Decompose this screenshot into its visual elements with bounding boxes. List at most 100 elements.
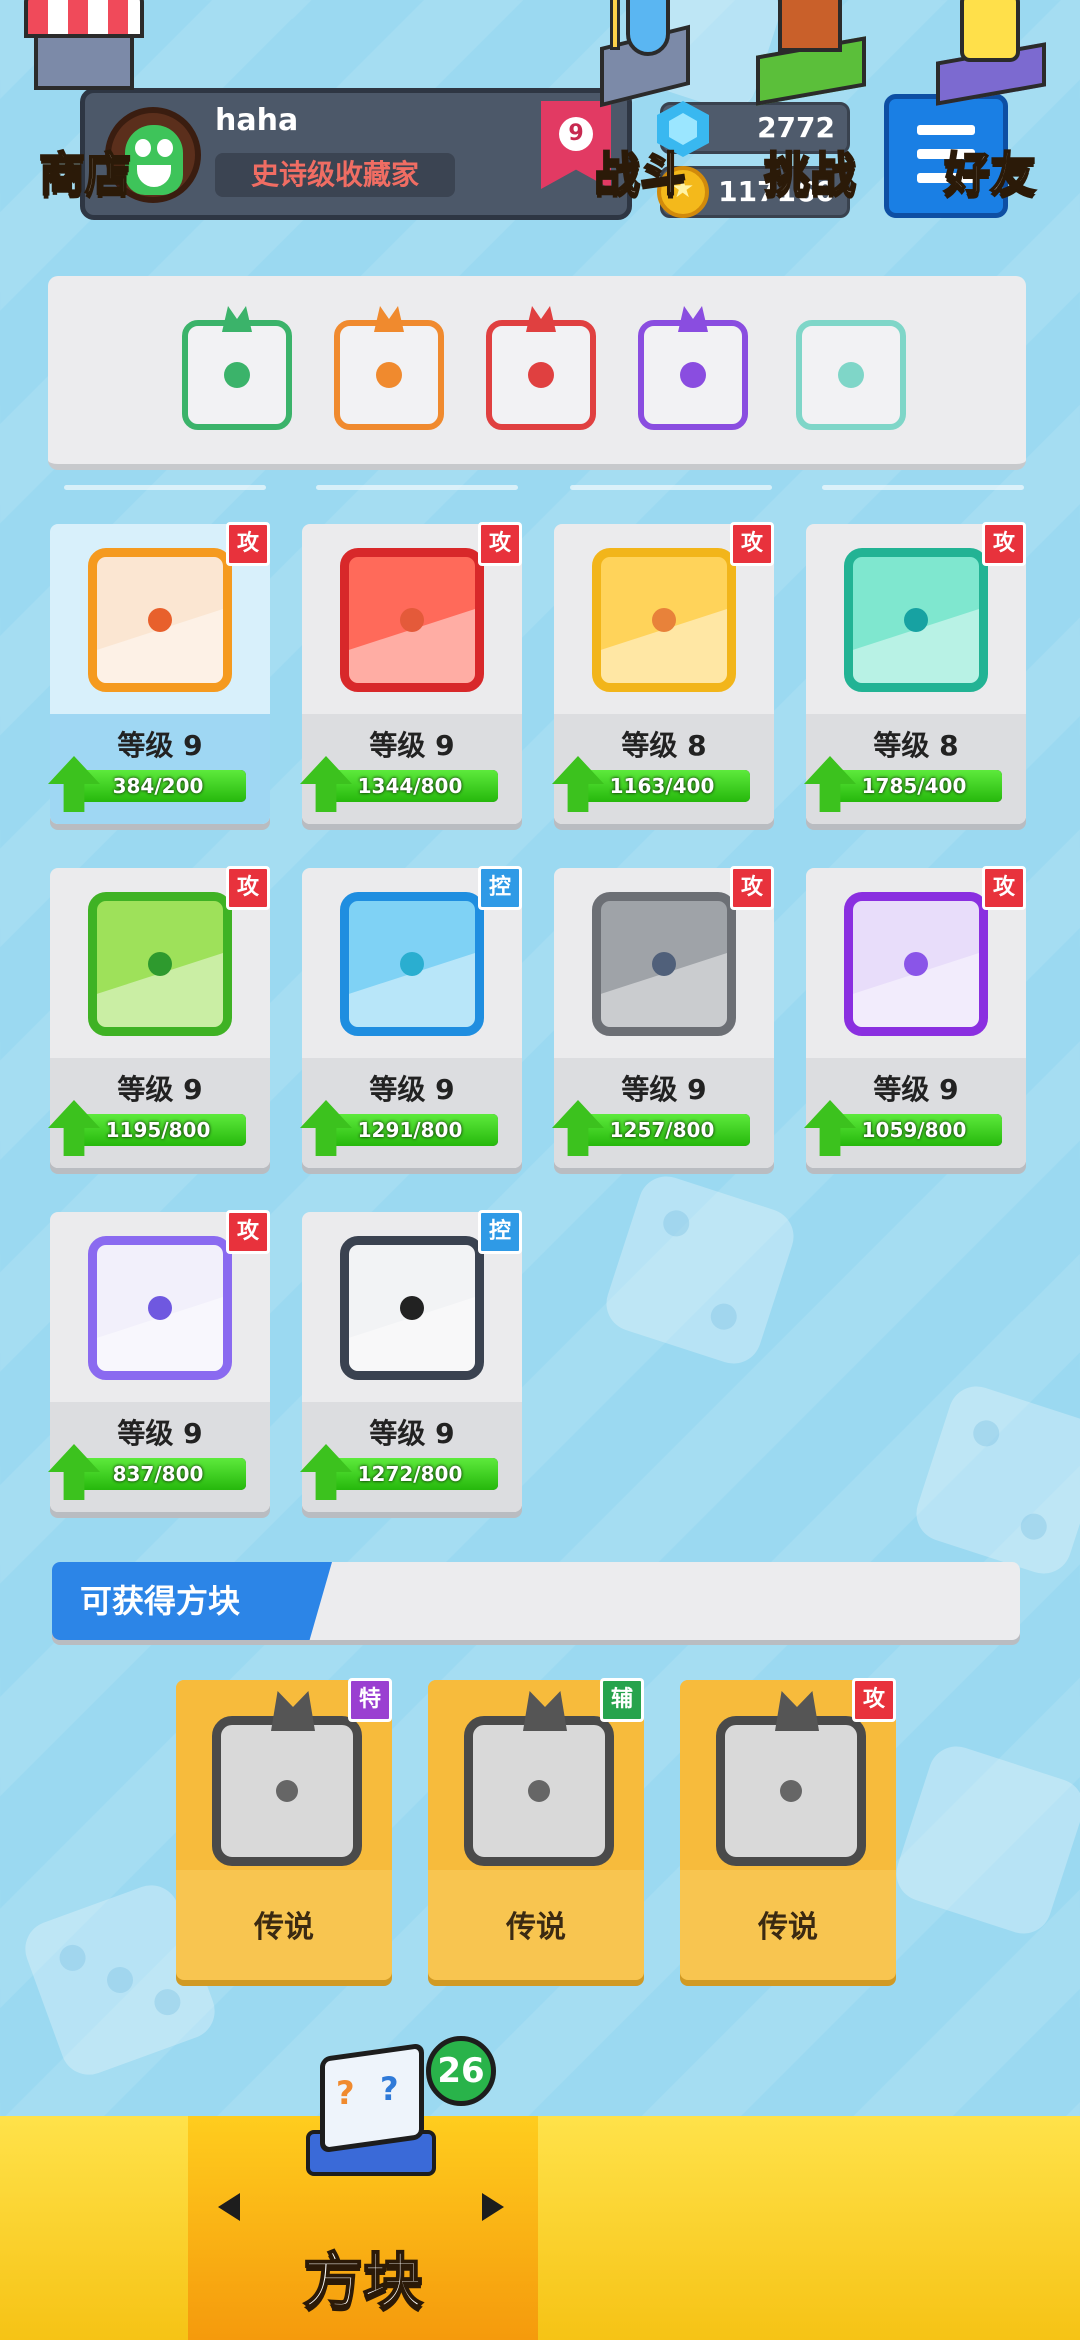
block-type-tag: 攻: [852, 1678, 896, 1722]
shop-icon: [24, 0, 144, 96]
ice-icon: [340, 892, 484, 1036]
nav-battle[interactable]: 战斗: [560, 0, 720, 224]
block-card[interactable]: 攻 等级 9 384/200: [48, 522, 270, 824]
upgrade-progress-bar: 1163/400: [574, 770, 750, 802]
mystery-icon: [88, 1236, 232, 1380]
block-card[interactable]: 攻 等级 9 837/800: [48, 1210, 270, 1512]
block-card[interactable]: 攻 等级 9 1257/800: [552, 866, 774, 1168]
nav-challenge-label: 挑战: [763, 146, 857, 202]
block-type-tag: 攻: [730, 866, 774, 910]
upgrade-progress-bar: 1257/800: [574, 1114, 750, 1146]
bow-arrow-icon: [88, 548, 232, 692]
nav-shop[interactable]: 商店: [0, 0, 170, 224]
block-level: 等级 9: [873, 1073, 959, 1106]
block-level: 等级 8: [621, 729, 707, 762]
block-card[interactable]: 控 等级 9 1291/800: [300, 866, 522, 1168]
lightning-icon: [592, 548, 736, 692]
block-card[interactable]: 攻 等级 9 1059/800: [804, 866, 1026, 1168]
swap-arrows-icon: [844, 892, 988, 1036]
equipped-slot-saw[interactable]: [486, 306, 596, 430]
upgrade-progress-bar: 1785/400: [826, 770, 1002, 802]
player-name: haha: [215, 103, 299, 138]
moon-icon: [464, 1691, 614, 1866]
equipped-slot-heal[interactable]: [796, 320, 906, 430]
block-type-tag: 控: [478, 1210, 522, 1254]
upgrade-progress-bar: 1344/800: [322, 770, 498, 802]
nav-challenge[interactable]: 挑战: [730, 0, 890, 224]
nav-next-icon[interactable]: [482, 2193, 504, 2221]
wind-icon: [844, 548, 988, 692]
nav-friends-label: 好友: [943, 146, 1037, 202]
rarity-label: 传说: [254, 1910, 314, 1945]
block-level: 等级 9: [117, 1417, 203, 1450]
upgrade-progress-bar: 1291/800: [322, 1114, 498, 1146]
block-type-tag: 攻: [478, 522, 522, 566]
fire-icon: [340, 548, 484, 692]
player-title: 史诗级收藏家: [215, 153, 455, 197]
star-icon: [716, 1691, 866, 1866]
block-card[interactable]: 控 等级 9 1272/800: [300, 1210, 522, 1512]
equipped-slot-wind[interactable]: [182, 306, 292, 430]
tab-indicator: [64, 485, 266, 490]
block-card[interactable]: 攻 等级 9 1344/800: [300, 522, 522, 824]
block-level: 等级 8: [873, 729, 959, 762]
equipped-slot-orb[interactable]: [638, 306, 748, 430]
available-blocks-header: 可获得方块: [52, 1562, 1020, 1640]
block-level: 等级 9: [117, 729, 203, 762]
block-level: 等级 9: [369, 1073, 455, 1106]
lock-icon: [340, 1236, 484, 1380]
available-block-card[interactable]: 攻 传说: [680, 1678, 896, 1980]
available-block-card[interactable]: 辅 传说: [428, 1678, 644, 1980]
equipped-blocks-panel: [48, 276, 1026, 470]
upgrade-progress-text: 1163/400: [609, 774, 715, 798]
bottom-nav: [0, 2116, 1080, 2340]
tab-indicator: [822, 485, 1024, 490]
nav-friends[interactable]: 好友: [900, 0, 1080, 224]
tab-indicator: [570, 485, 772, 490]
rarity-label: 传说: [758, 1910, 818, 1945]
upgrade-progress-bar: 1272/800: [322, 1458, 498, 1490]
block-level: 等级 9: [621, 1073, 707, 1106]
block-card[interactable]: 攻 等级 8 1163/400: [552, 522, 774, 824]
background-die: [909, 1379, 1080, 1581]
wind-swirl-icon: [224, 362, 250, 388]
block-card[interactable]: 攻 等级 8 1785/400: [804, 522, 1026, 824]
friends-icon: [930, 0, 1050, 106]
block-type-tag: 攻: [226, 866, 270, 910]
nav-prev-icon[interactable]: [218, 2193, 240, 2221]
block-level: 等级 9: [369, 729, 455, 762]
nav-shop-label: 商店: [38, 146, 132, 202]
available-block-card[interactable]: 特 传说: [176, 1678, 392, 1980]
poison-icon: [88, 892, 232, 1036]
upgrade-progress-text: 384/200: [112, 774, 204, 798]
battle-icon: [580, 0, 700, 108]
upgrade-progress-text: 1272/800: [357, 1462, 463, 1486]
purple-orb-icon: [680, 362, 706, 388]
upgrade-progress-text: 1344/800: [357, 774, 463, 798]
background-die: [599, 1169, 801, 1371]
block-type-tag: 特: [348, 1678, 392, 1722]
background-die: [889, 1739, 1080, 1941]
rarity-label: 传说: [506, 1910, 566, 1945]
block-card[interactable]: 攻 等级 9 1195/800: [48, 866, 270, 1168]
upgrade-progress-text: 1059/800: [861, 1118, 967, 1142]
upgrade-progress-bar: 1195/800: [70, 1114, 246, 1146]
block-type-tag: 控: [478, 866, 522, 910]
blocks-count-badge: 26: [426, 2036, 496, 2106]
nav-battle-label: 战斗: [593, 146, 687, 202]
nav-blocks-label: 方块: [302, 2246, 424, 2318]
mystery-cube-icon: ? ?: [296, 2040, 446, 2190]
block-level: 等级 9: [369, 1417, 455, 1450]
available-blocks-title: 可获得方块: [52, 1562, 332, 1640]
equipped-slot-infinity[interactable]: [334, 306, 444, 430]
block-type-tag: 辅: [600, 1678, 644, 1722]
saw-blade-icon: [528, 362, 554, 388]
healing-hands-icon: [838, 362, 864, 388]
upgrade-progress-text: 1195/800: [105, 1118, 211, 1142]
upgrade-progress-bar: 384/200: [70, 770, 246, 802]
block-type-tag: 攻: [226, 1210, 270, 1254]
upgrade-progress-bar: 1059/800: [826, 1114, 1002, 1146]
upgrade-progress-text: 837/800: [112, 1462, 204, 1486]
block-type-tag: 攻: [226, 522, 270, 566]
tab-indicator: [316, 485, 518, 490]
